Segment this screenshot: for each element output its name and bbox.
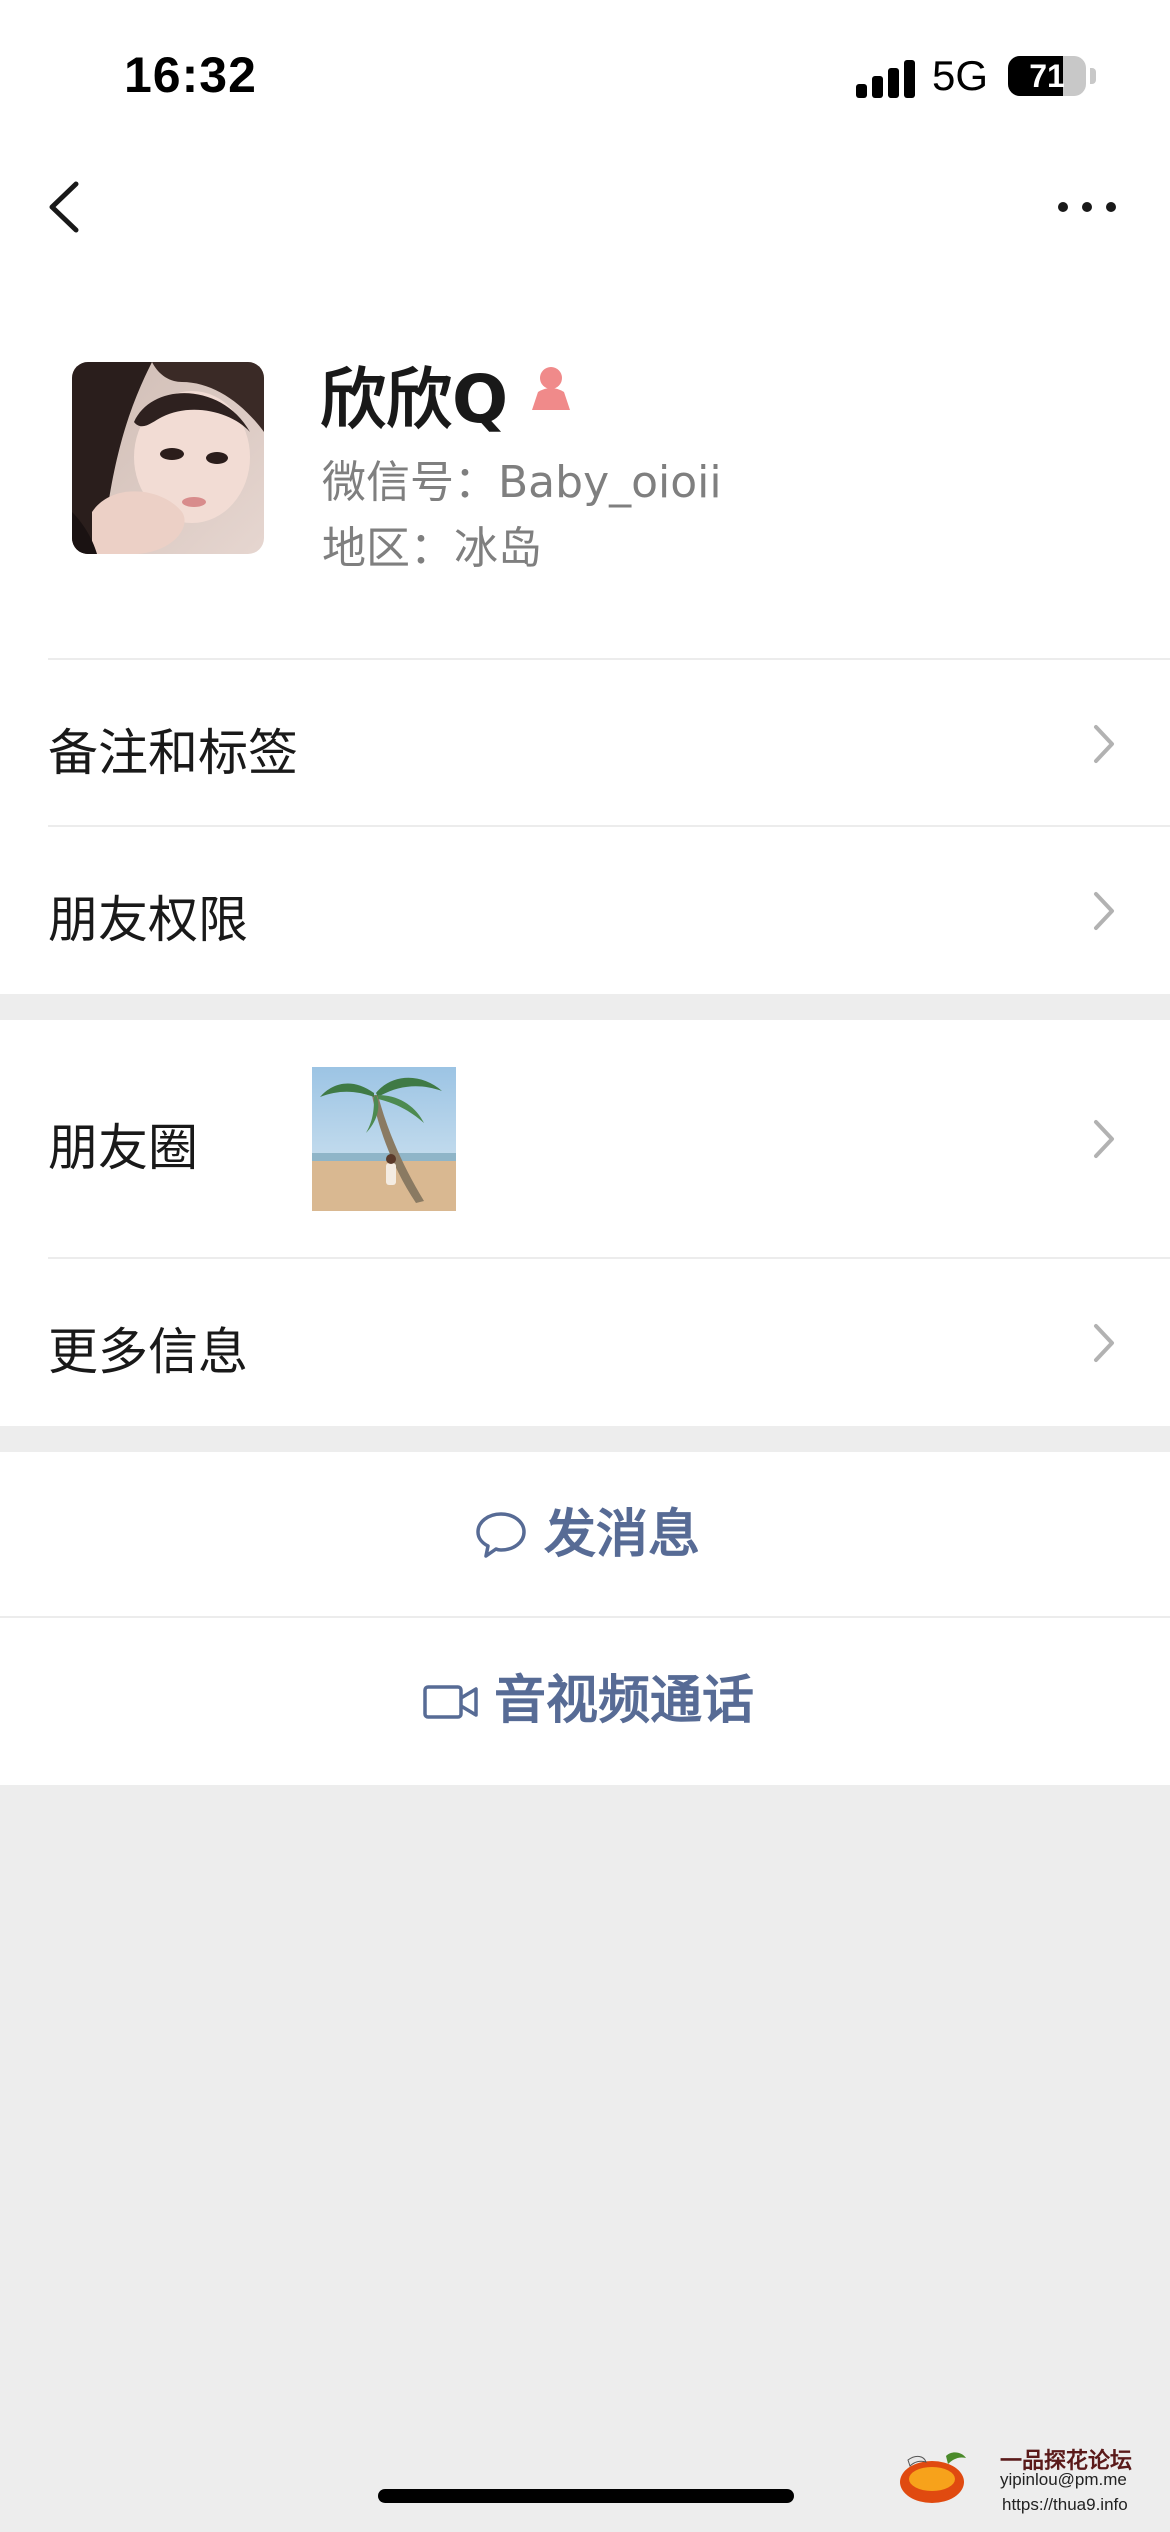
video-call-button[interactable]: 音视频通话 [0, 1618, 1170, 1784]
watermark-url: https://thua9.info [1002, 2495, 1128, 2514]
video-camera-icon [423, 1685, 478, 1719]
wechat-id: 微信号：Baby_oioii [322, 457, 722, 508]
moments-label: 朋友圈 [48, 1119, 198, 1177]
chevron-left-icon [49, 181, 79, 233]
avatar[interactable] [72, 362, 264, 554]
more-dots-icon [1082, 202, 1092, 212]
cellular-signal-icon [856, 58, 916, 98]
send-message-button[interactable]: 发消息 [0, 1452, 1170, 1618]
avatar-image [72, 362, 264, 554]
section-gap [0, 1426, 1170, 1452]
battery-icon: 71 [1008, 56, 1086, 96]
more-button[interactable] [1048, 180, 1128, 230]
divider [48, 658, 1170, 660]
watermark-email: yipinlou@pm.me [1000, 2470, 1127, 2489]
chevron-right-icon [1094, 1324, 1114, 1362]
section-gap [0, 994, 1170, 1020]
video-call-label: 音视频通话 [494, 1671, 755, 1731]
female-icon [532, 367, 570, 410]
moments-thumbnail[interactable] [312, 1067, 456, 1211]
moments-photo [312, 1067, 456, 1211]
watermark-logo [900, 2452, 966, 2503]
home-indicator[interactable] [378, 2489, 794, 2503]
chat-bubble-icon [476, 1512, 526, 1558]
status-time: 16:32 [124, 47, 257, 103]
network-type: 5G [932, 52, 989, 99]
battery-percent: 71 [1029, 58, 1065, 94]
back-button[interactable] [40, 172, 96, 242]
chevron-right-icon [1094, 892, 1114, 930]
region: 地区：冰岛 [322, 523, 542, 574]
more-info-label: 更多信息 [48, 1323, 248, 1381]
chevron-right-icon [1094, 1120, 1114, 1158]
more-dots-icon [1106, 202, 1116, 212]
battery-tip [1090, 68, 1096, 84]
divider [48, 1257, 1170, 1259]
friend-permissions-label: 朋友权限 [48, 891, 248, 949]
remarks-tags-label: 备注和标签 [48, 724, 298, 782]
profile-name: 欣欣Q [320, 361, 509, 438]
chevron-right-icon [1094, 725, 1114, 763]
send-message-label: 发消息 [544, 1505, 701, 1565]
divider [48, 825, 1170, 827]
more-dots-icon [1058, 202, 1068, 212]
